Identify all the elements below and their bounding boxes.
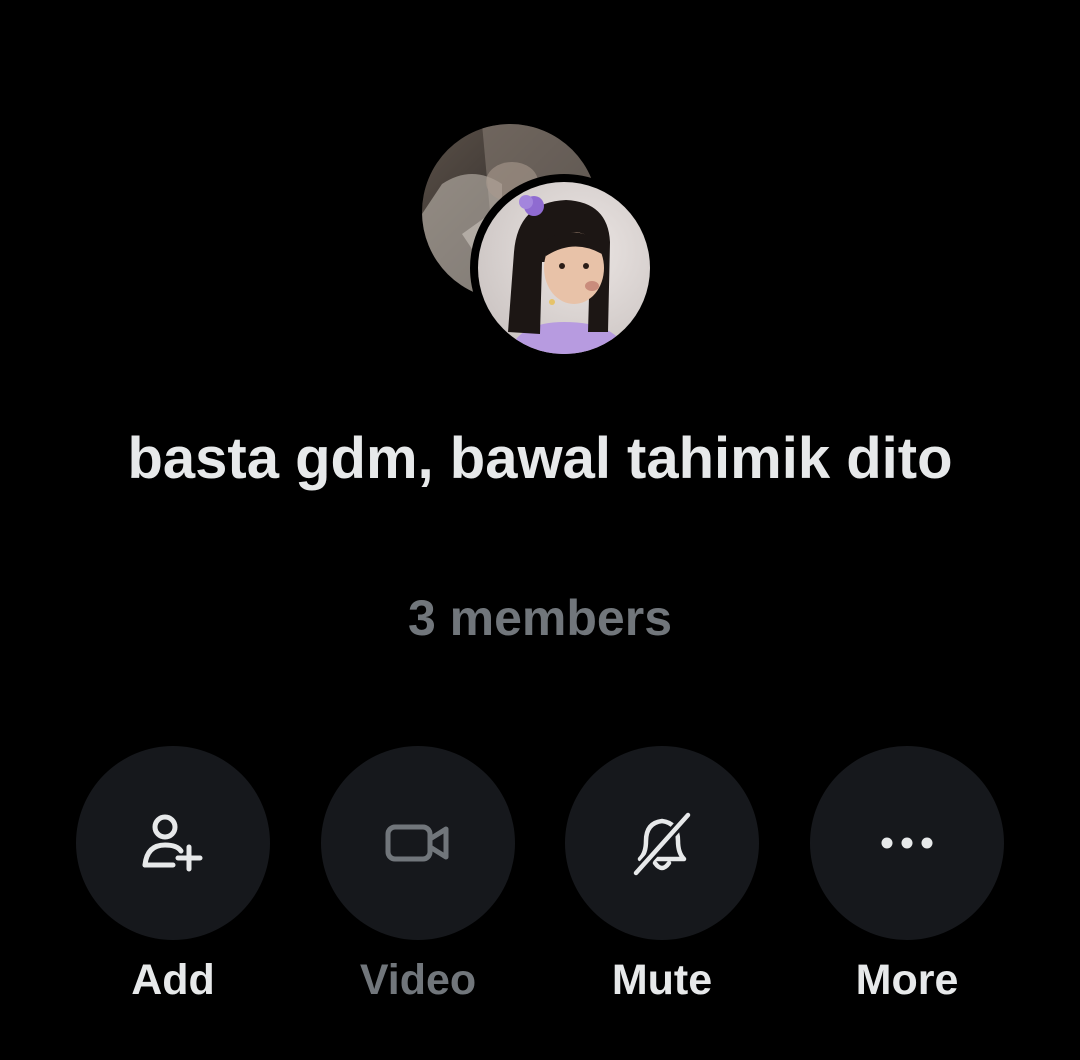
video-label: Video: [359, 956, 477, 1004]
add-button[interactable]: Add: [76, 746, 270, 1016]
more-label: More: [855, 956, 959, 1004]
more-dots-icon: [881, 837, 933, 849]
video-button-circle[interactable]: [321, 746, 515, 940]
video-camera-icon: [385, 824, 449, 862]
add-button-circle[interactable]: [76, 746, 270, 940]
mute-button-circle[interactable]: [565, 746, 759, 940]
more-button-circle[interactable]: [810, 746, 1004, 940]
member-photo-front: [478, 182, 650, 354]
more-button[interactable]: More: [810, 746, 1004, 1016]
mute-label: Mute: [611, 956, 713, 1004]
video-button[interactable]: Video: [321, 746, 515, 1016]
member-count[interactable]: 3 members: [0, 588, 1080, 648]
group-title: basta gdm, bawal tahimik dito: [127, 426, 953, 491]
add-person-icon: [142, 814, 203, 872]
action-bar: Add Video Mute More: [0, 746, 1080, 1026]
bell-muted-icon: [631, 810, 693, 878]
mute-button[interactable]: Mute: [565, 746, 759, 1016]
member-avatar-front: [478, 182, 650, 354]
add-label: Add: [131, 956, 215, 1004]
group-avatar-stack[interactable]: [422, 124, 662, 362]
